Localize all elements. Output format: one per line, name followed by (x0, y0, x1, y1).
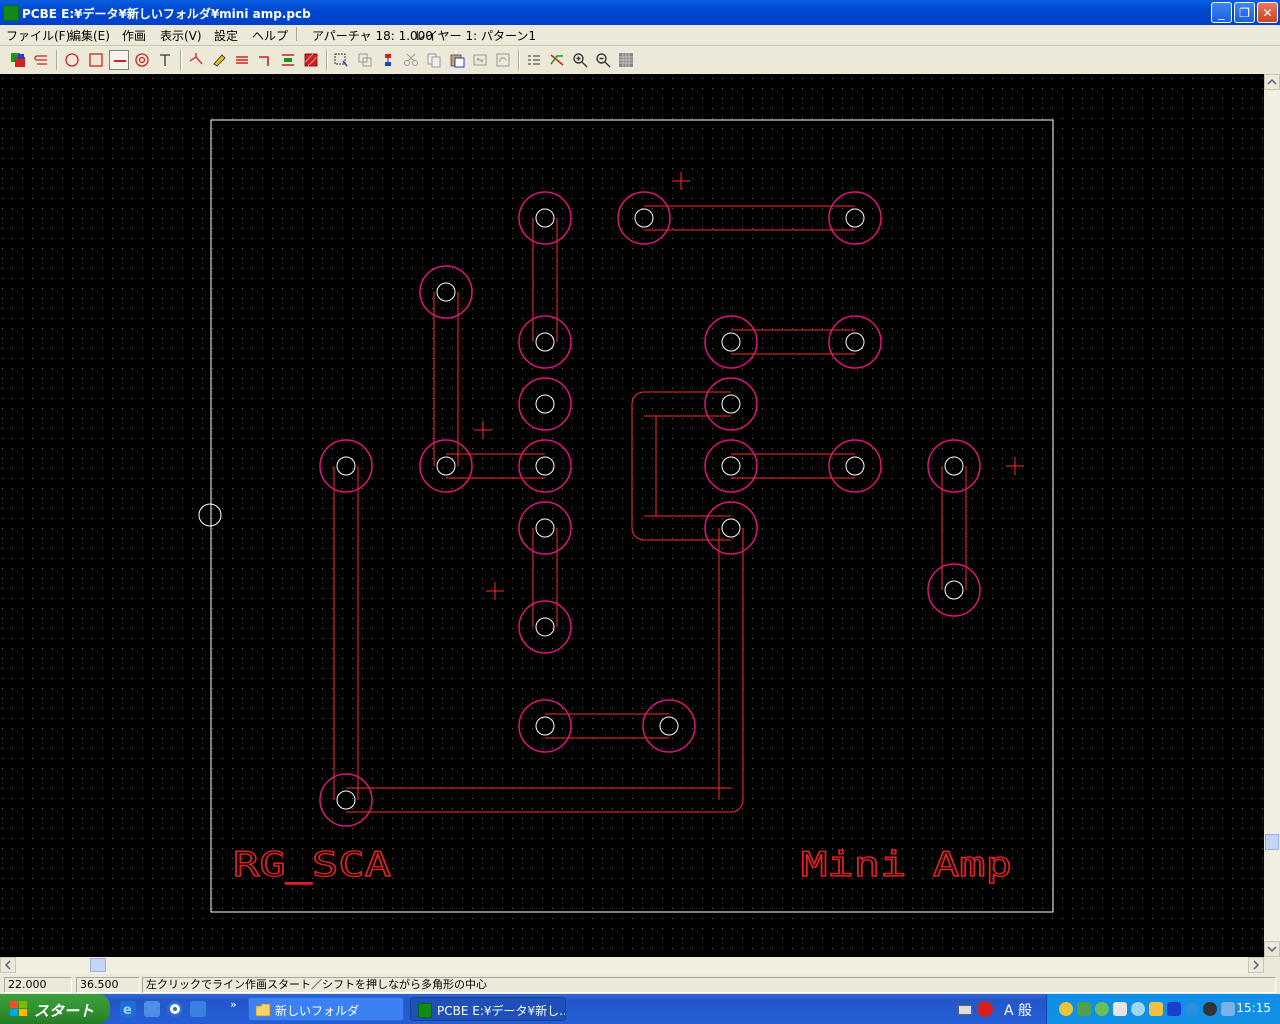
status-message: 左クリックでライン作画スタート／シフトを押しながら多角形の中心 (142, 977, 1276, 993)
start-button[interactable]: スタート (0, 994, 110, 1024)
taskbar: スタート e » 新しいフォルダ PCBE E:¥データ¥新し... A 般 1… (0, 994, 1280, 1024)
quicklaunch-more-icon[interactable]: » (230, 998, 237, 1011)
toolbar-separator (518, 50, 520, 70)
tray-user-icon[interactable] (1095, 1002, 1109, 1016)
silk-right-text: Mini Amp (801, 845, 1012, 885)
grid-icon[interactable] (616, 50, 636, 70)
menu-edit[interactable]: 編集(E) (69, 27, 110, 44)
silk-left-text: RG_SCA (233, 845, 391, 885)
copy-area-icon[interactable] (355, 50, 375, 70)
folder-icon (255, 1003, 271, 1017)
tray-safely-remove-icon[interactable] (1113, 1002, 1127, 1016)
scroll-up-button[interactable] (1264, 74, 1280, 90)
vertical-scrollbar[interactable] (1264, 74, 1280, 957)
task-pcbe[interactable]: PCBE E:¥データ¥新し... (410, 997, 566, 1021)
scroll-right-button[interactable] (1248, 957, 1264, 973)
messenger-icon[interactable] (190, 1001, 206, 1017)
paste-icon[interactable] (447, 50, 467, 70)
reroute-icon[interactable] (547, 50, 567, 70)
menu-settings[interactable]: 設定 (214, 27, 238, 44)
outlook-icon[interactable] (144, 1001, 160, 1017)
toolbar (0, 46, 1280, 75)
tray-display-icon[interactable] (1167, 1002, 1181, 1016)
tray-antivirus-icon[interactable] (1203, 1002, 1217, 1016)
toolbar-separator (326, 50, 328, 70)
minimize-button[interactable]: _ (1211, 2, 1232, 23)
list-icon[interactable] (524, 50, 544, 70)
circle-pad-icon[interactable] (62, 50, 82, 70)
task-pcbe-label: PCBE E:¥データ¥新し... (437, 1004, 566, 1018)
cut-icon[interactable] (401, 50, 421, 70)
tray-update-icon[interactable] (1185, 1002, 1199, 1016)
menu-bar: ファイル(F) 編集(E) 作画 表示(V) 設定 ヘルプ アパーチャ 18: … (0, 25, 1280, 46)
layer-indicator: レイヤー 1: パターン1 (414, 29, 536, 43)
system-tray: 15:15 (1046, 994, 1280, 1024)
menu-file[interactable]: ファイル(F) (6, 27, 70, 44)
windows-flag-icon (10, 1001, 27, 1016)
keyboard-icon[interactable] (958, 1005, 972, 1015)
menu-draw[interactable]: 作画 (122, 27, 146, 44)
ime-icon[interactable] (977, 1001, 993, 1017)
scroll-down-button[interactable] (1264, 941, 1280, 957)
fill-area-icon[interactable] (301, 50, 321, 70)
x-coordinate: 22.000 (4, 977, 72, 993)
donut-pad-icon[interactable] (132, 50, 152, 70)
horizontal-scroll-thumb[interactable] (90, 958, 106, 972)
copy-icon[interactable] (424, 50, 444, 70)
swap-layer-icon[interactable] (32, 50, 52, 70)
media-player-icon[interactable] (167, 1001, 183, 1017)
corner-line-icon[interactable] (255, 50, 275, 70)
menu-separator (296, 27, 297, 41)
scroll-left-button[interactable] (0, 957, 16, 973)
start-label: スタート (34, 1002, 95, 1020)
mirror-icon[interactable] (470, 50, 490, 70)
app-icon (3, 5, 19, 21)
restore-button[interactable]: ❐ (1234, 2, 1255, 23)
menu-help[interactable]: ヘルプ (252, 27, 288, 44)
rotate-icon[interactable] (493, 50, 513, 70)
pcbe-icon (418, 1003, 432, 1018)
toolbar-separator (56, 50, 58, 70)
pcb-canvas[interactable]: RG_SCA Mini Amp (0, 74, 1264, 957)
tray-volume-icon[interactable] (1221, 1002, 1235, 1016)
toolbar-separator (180, 50, 182, 70)
tray-network-icon[interactable] (1077, 1002, 1091, 1016)
horizontal-scrollbar[interactable] (0, 957, 1264, 974)
square-pad-icon[interactable] (86, 50, 106, 70)
layer-color-icon[interactable] (8, 50, 28, 70)
tray-search-icon[interactable] (1131, 1002, 1145, 1016)
task-folder[interactable]: 新しいフォルダ (248, 997, 404, 1021)
vertical-scroll-thumb[interactable] (1265, 834, 1279, 850)
zoom-in-icon[interactable] (570, 50, 590, 70)
parallel-lines-icon[interactable] (232, 50, 252, 70)
title-bar: PCBE E:¥データ¥新しいフォルダ¥mini amp.pcb _ ❐ ✕ (0, 0, 1280, 25)
move-vertical-icon[interactable] (378, 50, 398, 70)
line-icon[interactable] (109, 50, 129, 70)
svg-text:e: e (123, 1003, 132, 1017)
menu-view[interactable]: 表示(V) (160, 27, 202, 44)
junction-icon[interactable] (186, 50, 206, 70)
select-rect-icon[interactable] (331, 50, 351, 70)
ie-icon[interactable]: e (120, 1001, 136, 1018)
y-coordinate: 36.500 (76, 977, 140, 993)
status-bar: 22.000 36.500 左クリックでライン作画スタート／シフトを押しながら多… (0, 975, 1280, 994)
close-button[interactable]: ✕ (1257, 2, 1278, 23)
task-folder-label: 新しいフォルダ (275, 1004, 360, 1018)
ime-mode-indicator[interactable]: A 般 (1004, 1000, 1032, 1020)
text-tool-icon[interactable] (155, 50, 175, 70)
align-icon[interactable] (278, 50, 298, 70)
zoom-out-icon[interactable] (593, 50, 613, 70)
tray-security-icon[interactable] (1149, 1002, 1163, 1016)
window-title: PCBE E:¥データ¥新しいフォルダ¥mini amp.pcb (22, 7, 311, 21)
clock: 15:15 (1236, 1001, 1271, 1015)
edit-pen-icon[interactable] (209, 50, 229, 70)
tray-msn-icon[interactable] (1059, 1002, 1073, 1016)
